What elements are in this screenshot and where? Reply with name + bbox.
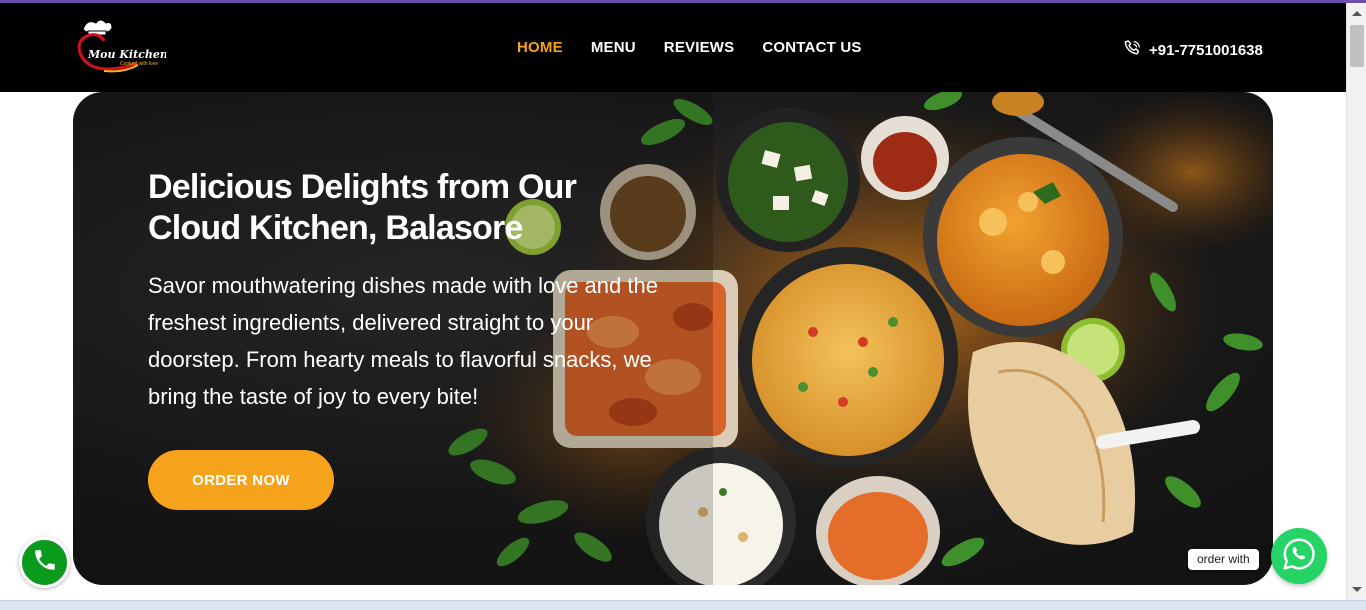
brand-tagline-text: Cooked with love <box>120 61 158 67</box>
nav-contact-link[interactable]: CONTACT US <box>762 39 861 56</box>
order-now-button[interactable]: ORDER NOW <box>148 450 334 510</box>
site-navbar: Mou Kitchen Cooked with love HOME MENU R… <box>0 3 1346 92</box>
browser-bottom-strip <box>0 600 1366 610</box>
whatsapp-button[interactable] <box>1271 528 1327 584</box>
hero-title: Delicious Delights from Our Cloud Kitche… <box>148 168 577 247</box>
nav-home-link[interactable]: HOME <box>517 39 563 56</box>
header-phone-number: +91-7751001638 <box>1149 42 1263 59</box>
main-nav: HOME MENU REVIEWS CONTACT US <box>517 39 862 56</box>
phone-icon <box>32 547 58 578</box>
page-scrollbar[interactable] <box>1346 3 1366 600</box>
floating-call-button[interactable] <box>19 537 70 588</box>
hero-description: Savor mouthwatering dishes made with lov… <box>148 273 658 409</box>
nav-reviews-link[interactable]: REVIEWS <box>664 39 735 56</box>
brand-logo-text: Mou Kitchen <box>87 48 166 61</box>
order-with-label[interactable]: order with <box>1188 549 1259 570</box>
brand-logo[interactable]: Mou Kitchen Cooked with love <box>74 17 168 77</box>
scroll-thumb[interactable] <box>1350 25 1364 67</box>
scroll-down-arrow-icon[interactable] <box>1352 587 1362 592</box>
phone-icon <box>1123 39 1142 62</box>
hero-banner: Delicious Delights from Our Cloud Kitche… <box>73 92 1273 585</box>
scroll-up-arrow-icon[interactable] <box>1352 11 1362 16</box>
header-phone[interactable]: +91-7751001638 <box>1123 39 1263 62</box>
whatsapp-icon <box>1280 535 1318 578</box>
nav-menu-link[interactable]: MENU <box>591 39 636 56</box>
